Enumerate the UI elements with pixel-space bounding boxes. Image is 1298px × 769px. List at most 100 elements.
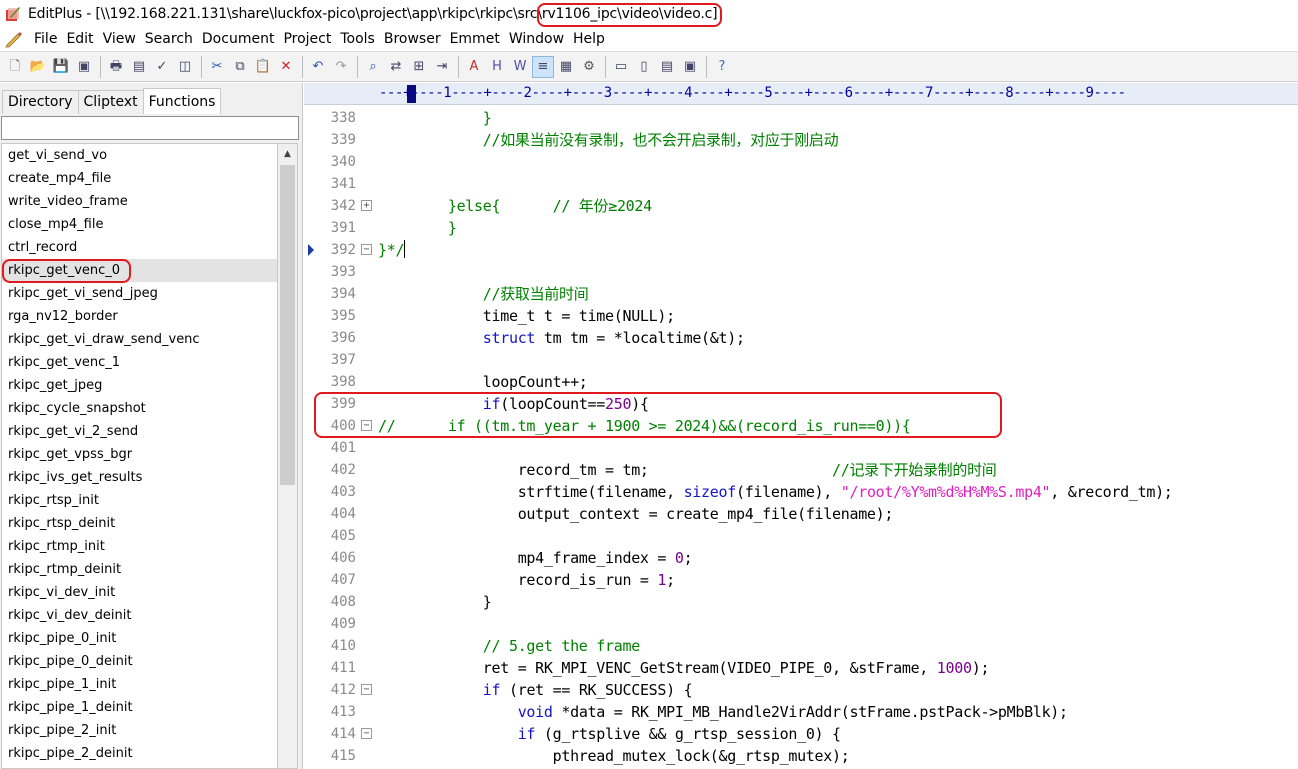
find-button[interactable]: ⌕ (362, 56, 384, 78)
hex-button[interactable]: H (486, 56, 508, 78)
font-button[interactable]: A (463, 56, 485, 78)
list-item[interactable]: write_video_frame (2, 190, 277, 213)
list-item[interactable]: rkipc_get_vpss_bgr (2, 443, 277, 466)
code-line[interactable]: 398 loopCount++; (304, 371, 1298, 393)
window-3-button[interactable]: ▤ (656, 56, 678, 78)
menu-browser[interactable]: Browser (380, 31, 445, 47)
menu-window[interactable]: Window (505, 31, 568, 47)
code-line[interactable]: 401 (304, 437, 1298, 459)
code-line[interactable]: 408 } (304, 591, 1298, 613)
code-line[interactable]: 412− if (ret == RK_SUCCESS) { (304, 679, 1298, 701)
cut-button[interactable]: ✂ (206, 56, 228, 78)
save-button[interactable]: 💾 (50, 56, 72, 78)
list-item[interactable]: rkipc_pipe_1_init (2, 673, 277, 696)
list-item[interactable]: rkipc_get_venc_0 (2, 259, 277, 282)
code-line[interactable]: 409 (304, 613, 1298, 635)
list-item[interactable]: create_mp4_file (2, 167, 277, 190)
function-list-scrollbar[interactable]: ▲ (277, 143, 298, 769)
list-item[interactable]: rkipc_pipe_1_deinit (2, 696, 277, 719)
word-wrap-button[interactable]: W (509, 56, 531, 78)
menu-emmet[interactable]: Emmet (446, 31, 504, 47)
code-line[interactable]: 410 // 5.get the frame (304, 635, 1298, 657)
list-item[interactable]: rkipc_pipe_0_init (2, 627, 277, 650)
tab-directory[interactable]: Directory (2, 90, 79, 114)
open-file-button[interactable]: 📂 (27, 56, 49, 78)
print-preview-button[interactable]: ▤ (128, 56, 150, 78)
preferences-button[interactable]: ⚙ (578, 56, 600, 78)
redo-button[interactable]: ↷ (330, 56, 352, 78)
menu-view[interactable]: View (99, 31, 140, 47)
code-line[interactable]: 405 (304, 525, 1298, 547)
list-item[interactable]: rkipc_get_vi_send_jpeg (2, 282, 277, 305)
code-lines[interactable]: 338 } 339 //如果当前没有录制，也不会开启录制，对应于刚启动 340 341… (304, 107, 1298, 767)
indent-button[interactable]: ≡ (532, 55, 554, 78)
list-item[interactable]: rkipc_get_vi_2_send (2, 420, 277, 443)
list-item[interactable]: rkipc_get_vi_draw_send_venc (2, 328, 277, 351)
code-line[interactable]: 415 pthread_mutex_lock(&g_rtsp_mutex); (304, 745, 1298, 767)
menu-search[interactable]: Search (141, 31, 197, 47)
save-all-button[interactable]: ▣ (73, 56, 95, 78)
replace-button[interactable]: ⇄ (385, 56, 407, 78)
list-item[interactable]: rkipc_rtmp_deinit (2, 558, 277, 581)
copy-button[interactable]: ⧉ (229, 56, 251, 78)
window-2-button[interactable]: ▯ (633, 56, 655, 78)
find-in-files-button[interactable]: ⊞ (408, 56, 430, 78)
code-line[interactable]: 396 struct tm tm = *localtime(&t); (304, 327, 1298, 349)
paste-button[interactable]: 📋 (252, 56, 274, 78)
code-line[interactable]: 400−// if ((tm.tm_year + 1900 >= 2024)&&… (304, 415, 1298, 437)
list-item[interactable]: rkipc_rtmp_init (2, 535, 277, 558)
list-item[interactable]: get_vi_send_vo (2, 144, 277, 167)
spellcheck-button[interactable]: ✓ (151, 56, 173, 78)
list-item[interactable]: rkipc_rtsp_init (2, 489, 277, 512)
list-item[interactable]: rkipc_pipe_0_deinit (2, 650, 277, 673)
list-item[interactable]: rkipc_vi_dev_init (2, 581, 277, 604)
list-item[interactable]: close_mp4_file (2, 213, 277, 236)
code-line[interactable]: 403 strftime(filename, sizeof(filename),… (304, 481, 1298, 503)
menu-help[interactable]: Help (569, 31, 609, 47)
list-item[interactable]: rkipc_get_jpeg (2, 374, 277, 397)
code-line[interactable]: 414− if (g_rtsplive && g_rtsp_session_0)… (304, 723, 1298, 745)
code-line[interactable]: 392−}*/ (304, 239, 1298, 261)
code-line[interactable]: 407 record_is_run = 1; (304, 569, 1298, 591)
new-file-button[interactable]: 🗋 (4, 56, 26, 78)
fold-collapse-icon[interactable]: − (361, 728, 372, 739)
code-line[interactable]: 393 (304, 261, 1298, 283)
menu-file[interactable]: File (30, 31, 61, 47)
list-item[interactable]: rkipc_vi_dev_deinit (2, 604, 277, 627)
list-item[interactable]: rkipc_pipe_2_deinit (2, 742, 277, 765)
fold-collapse-icon[interactable]: − (361, 244, 372, 255)
code-line[interactable]: 394 //获取当前时间 (304, 283, 1298, 305)
menu-edit[interactable]: Edit (62, 31, 97, 47)
code-line[interactable]: 402 record_tm = tm; //记录下开始录制的时间 (304, 459, 1298, 481)
code-line[interactable]: 411 ret = RK_MPI_VENC_GetStream(VIDEO_PI… (304, 657, 1298, 679)
fold-expand-icon[interactable]: + (361, 200, 372, 211)
fold-collapse-icon[interactable]: − (361, 420, 372, 431)
scroll-thumb[interactable] (280, 165, 295, 485)
code-line[interactable]: 340 (304, 151, 1298, 173)
browser-preview-button[interactable]: ◫ (174, 56, 196, 78)
tab-functions[interactable]: Functions (142, 88, 222, 114)
delete-button[interactable]: ✕ (275, 56, 297, 78)
fold-collapse-icon[interactable]: − (361, 684, 372, 695)
function-list[interactable]: get_vi_send_vo create_mp4_file write_video… (1, 143, 277, 769)
list-item[interactable]: rkipc_rtsp_deinit (2, 512, 277, 535)
code-line[interactable]: 399 if(loopCount==250){ (304, 393, 1298, 415)
list-item[interactable]: rkipc_cycle_snapshot (2, 397, 277, 420)
code-line[interactable]: 404 output_context = create_mp4_file(fil… (304, 503, 1298, 525)
code-line[interactable]: 338 } (304, 107, 1298, 129)
code-line[interactable]: 406 mp4_frame_index = 0; (304, 547, 1298, 569)
code-line[interactable]: 339 //如果当前没有录制，也不会开启录制，对应于刚启动 (304, 129, 1298, 151)
list-item[interactable]: ctrl_record (2, 236, 277, 259)
menu-project[interactable]: Project (279, 31, 335, 47)
help-button[interactable]: ? (711, 56, 733, 78)
goto-line-button[interactable]: ⇥ (431, 56, 453, 78)
code-line[interactable]: 341 (304, 173, 1298, 195)
list-item[interactable]: rkipc_ivs_get_results (2, 466, 277, 489)
print-button[interactable]: 🖶 (105, 56, 127, 78)
tab-cliptext[interactable]: Cliptext (77, 90, 144, 114)
window-1-button[interactable]: ▭ (610, 56, 632, 78)
ruler-button[interactable]: ▦ (555, 56, 577, 78)
list-item[interactable]: rkipc_get_venc_1 (2, 351, 277, 374)
list-item[interactable]: rga_nv12_border (2, 305, 277, 328)
code-line[interactable]: 391 } (304, 217, 1298, 239)
